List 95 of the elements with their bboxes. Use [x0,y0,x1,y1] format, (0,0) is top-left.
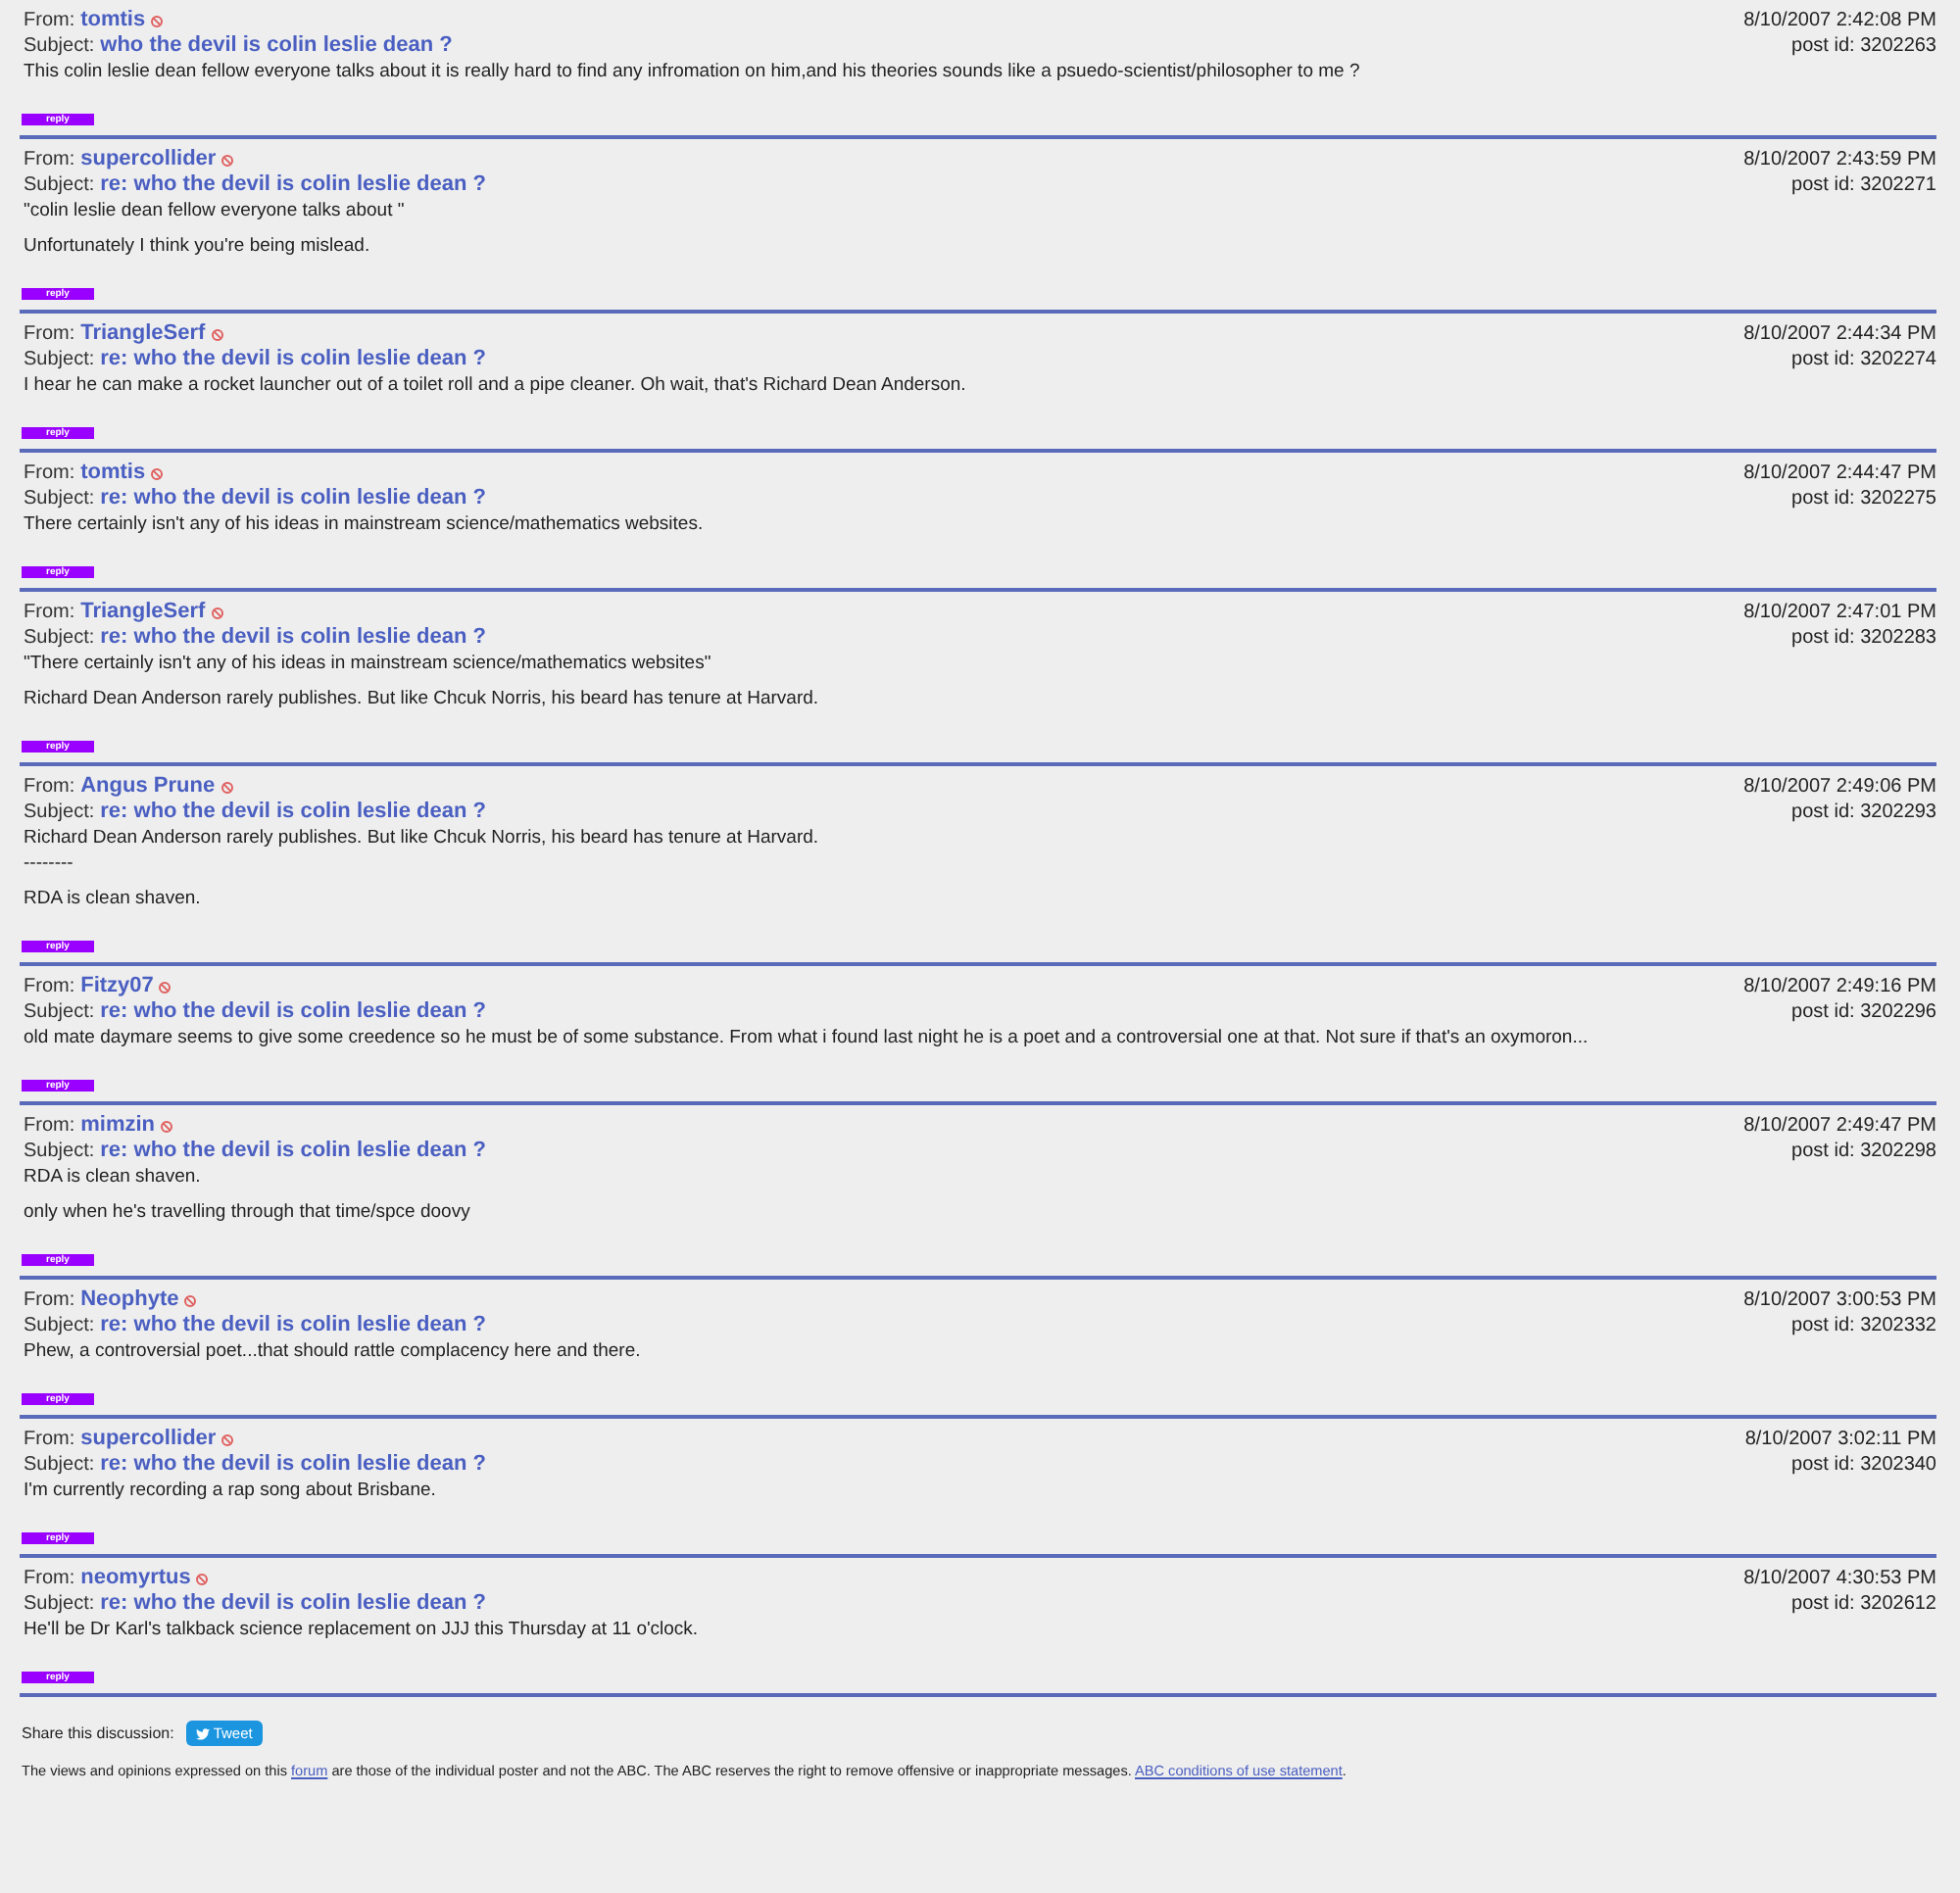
report-icon[interactable] [221,1433,234,1445]
subject-link[interactable]: who the devil is colin leslie dean ? [100,33,453,59]
post-id: post id: 3202293 [1789,800,1936,825]
author-link[interactable]: supercollider [80,147,217,172]
post-date: 8/10/2007 2:49:16 PM [1743,974,1936,999]
post-id: post id: 3202283 [1789,625,1936,651]
subject-label: Subject: [24,33,95,59]
post-date: 8/10/2007 3:02:11 PM [1744,1427,1936,1452]
from-label: From: [24,974,75,999]
post-date: 8/10/2007 2:43:59 PM [1743,147,1936,172]
subject-link[interactable]: re: who the devil is colin leslie dean ? [100,486,486,511]
subject-label: Subject: [24,172,95,198]
post-text: I hear he can make a rocket launcher out of a toilet roll and a pipe cleaner. Oh wait, that's Richard Dean Anderson. [24,372,968,398]
post-date: 8/10/2007 2:49:06 PM [1743,774,1936,800]
from-label: From: [24,1113,75,1139]
post-id: post id: 3202275 [1789,486,1936,511]
report-icon[interactable] [151,467,164,479]
author-link[interactable]: neomyrtus [80,1566,191,1591]
post-id: post id: 3202332 [1789,1313,1936,1338]
author-link[interactable]: tomtis [80,461,146,486]
bird-icon [195,1727,210,1739]
from-label: From: [24,461,75,486]
author-link[interactable]: supercollider [80,1427,217,1452]
post-text: "colin leslie dean fellow everyone talks about " [24,198,407,223]
post-date: 8/10/2007 2:42:08 PM [1743,8,1936,33]
post-date: 8/10/2007 2:49:47 PM [1743,1113,1936,1139]
subject-link[interactable]: re: who the devil is colin leslie dean ? [100,172,486,198]
post-text: old mate daymare seems to give some creedence so he must be of some substance. From what i found last night he is a poet and a controversial one at that. Not sure if that's an oxymoron... [24,1025,1591,1050]
author-link[interactable]: TriangleSerf [80,600,206,625]
from-label: From: [24,1427,75,1452]
author-link[interactable]: Neophyte [80,1287,179,1313]
post-text: RDA is clean shaven. [24,1164,203,1189]
subject-link[interactable]: re: who the devil is colin leslie dean ? [100,1139,486,1164]
subject-link[interactable]: re: who the devil is colin leslie dean ? [100,347,486,372]
report-icon[interactable] [221,154,234,166]
subject-link[interactable]: re: who the devil is colin leslie dean ? [100,1591,486,1617]
post-text: Richard Dean Anderson rarely publishes. But like Chcuk Norris, his beard has tenure at Harvard. [24,825,821,850]
subject-label: Subject: [24,347,95,372]
subject-link[interactable]: re: who the devil is colin leslie dean ? [100,999,486,1025]
report-icon[interactable] [159,981,172,993]
subject-label: Subject: [24,1452,95,1478]
post-id: post id: 3202298 [1789,1139,1936,1164]
post-text: Phew, a controversial poet...that should rattle complacency here and there. [24,1338,643,1364]
report-icon[interactable] [211,607,223,618]
subject-link[interactable]: re: who the devil is colin leslie dean ? [100,625,486,651]
post-date: 8/10/2007 4:30:53 PM [1743,1566,1936,1591]
post-text: There certainly isn't any of his ideas in mainstream science/mathematics websites. [24,511,706,537]
subject-label: Subject: [24,1313,95,1338]
report-icon[interactable] [151,15,164,26]
report-icon[interactable] [184,1294,197,1306]
post-date: 8/10/2007 3:00:53 PM [1743,1287,1936,1313]
from-label: From: [24,1287,75,1313]
post-text: Richard Dean Anderson rarely publishes. But like Chcuk Norris, his beard has tenure at Harvard. [24,686,821,711]
post-date: 8/10/2007 2:44:34 PM [1743,321,1936,347]
post-text: He'll be Dr Karl's talkback science replacement on JJJ this Thursday at 11 o'clock. [24,1617,701,1642]
subject-label: Subject: [24,800,95,825]
subject-link[interactable]: re: who the devil is colin leslie dean ? [100,800,486,825]
report-icon[interactable] [161,1120,173,1132]
post-date: 8/10/2007 2:47:01 PM [1743,600,1936,625]
subject-link[interactable]: re: who the devil is colin leslie dean ? [100,1452,486,1478]
post-id: post id: 3202340 [1789,1452,1936,1478]
post-text: only when he's travelling through that time/spce doovy [24,1199,472,1225]
from-label: From: [24,321,75,347]
subject-label: Subject: [24,1591,95,1617]
post-id: post id: 3202296 [1789,999,1936,1025]
subject-label: Subject: [24,999,95,1025]
post-text: RDA is clean shaven. [24,886,203,911]
post-text: This colin leslie dean fellow everyone talks about it is really hard to find any infromation on him,and his theories sounds like a psuedo-scientist/philosopher to me ? [24,59,1362,84]
from-label: From: [24,600,75,625]
author-link[interactable]: TriangleSerf [80,321,206,347]
post-id: post id: 3202263 [1789,33,1936,59]
author-link[interactable]: tomtis [80,8,146,33]
from-label: From: [24,147,75,172]
post-id: post id: 3202274 [1789,347,1936,372]
post-text: "There certainly isn't any of his ideas in mainstream science/mathematics websites" [24,651,713,676]
report-icon[interactable] [196,1573,209,1584]
author-link[interactable]: mimzin [80,1113,156,1139]
post-id: post id: 3202612 [1789,1591,1936,1617]
author-link[interactable]: Fitzy07 [80,974,154,999]
subject-label: Subject: [24,625,95,651]
report-icon[interactable] [211,328,223,340]
subject-label: Subject: [24,1139,95,1164]
share-label: Share this discussion: [22,1724,174,1742]
post-id: post id: 3202271 [1789,172,1936,198]
post-text: -------- [24,850,75,876]
post-date: 8/10/2007 2:44:47 PM [1743,461,1936,486]
from-label: From: [24,774,75,800]
from-label: From: [24,8,75,33]
author-link[interactable]: Angus Prune [80,774,216,800]
post-text: Unfortunately I think you're being mislead. [24,233,372,259]
post-text: I'm currently recording a rap song about Brisbane. [24,1478,438,1503]
report-icon[interactable] [220,781,233,793]
subject-link[interactable]: re: who the devil is colin leslie dean ? [100,1313,486,1338]
from-label: From: [24,1566,75,1591]
subject-label: Subject: [24,486,95,511]
